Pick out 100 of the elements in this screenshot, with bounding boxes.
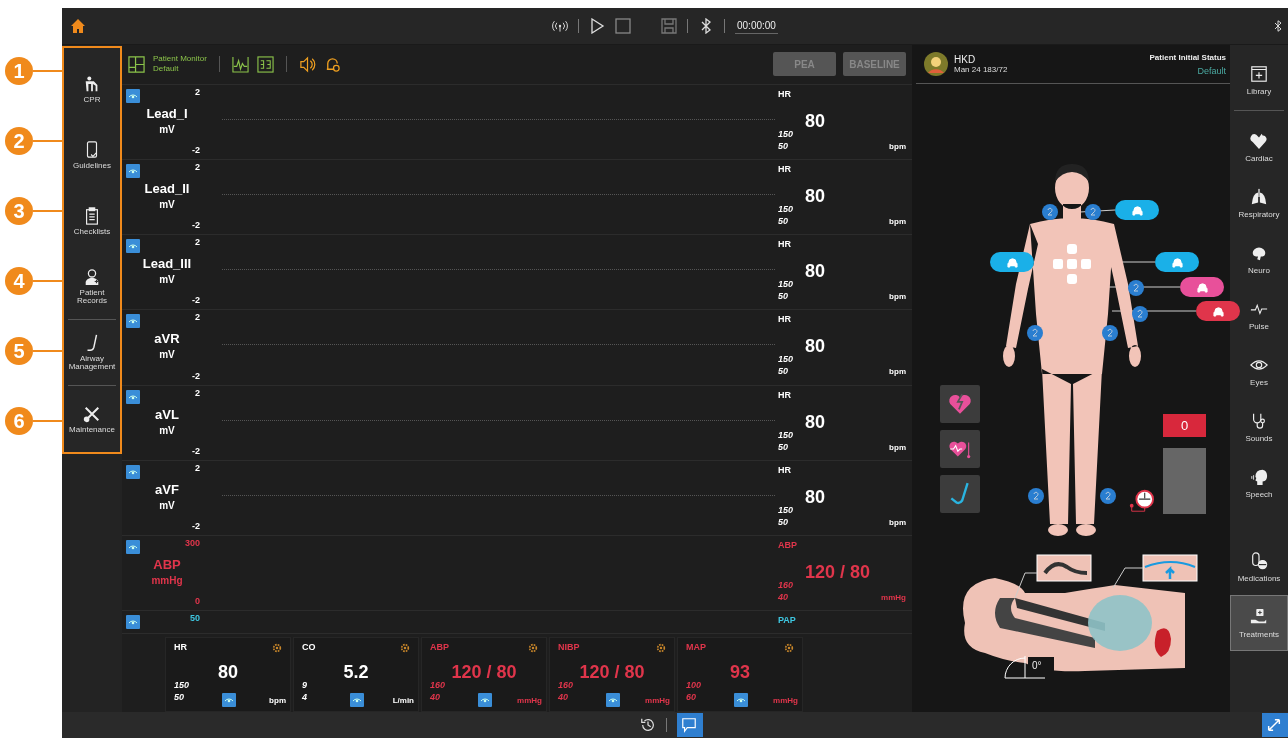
scale-max: 2 — [195, 161, 200, 172]
parameter-label: HR — [778, 88, 791, 99]
channel-name: Lead_III — [141, 256, 193, 272]
alarm-high: 150 — [778, 504, 794, 515]
channel-unit: mV — [158, 499, 176, 511]
auscultation-point-button[interactable] — [1155, 252, 1199, 272]
avatar — [924, 52, 948, 76]
gauge-value: 0 — [1163, 414, 1206, 437]
alarm-high: 150 — [778, 429, 794, 440]
pulse-point-icon[interactable] — [1027, 325, 1043, 341]
sidebar-item[interactable]: Maintenance — [64, 386, 120, 453]
ecg-monitor-button[interactable] — [940, 430, 980, 468]
layout-icon[interactable] — [128, 55, 145, 73]
callout-number: 3 — [5, 197, 33, 225]
sidebar-item[interactable]: Patient Records — [68, 254, 116, 320]
defibrillator-button[interactable] — [940, 385, 980, 423]
parameter-label: ABP — [778, 540, 797, 550]
sidebar-item[interactable]: Respiratory — [1230, 175, 1288, 231]
pulse-point-icon[interactable] — [1085, 204, 1101, 220]
channel-unit: mV — [158, 123, 176, 135]
laryngoscope-button[interactable] — [940, 475, 980, 513]
sidebar-item[interactable]: Speech — [1230, 455, 1288, 511]
sidebar-item[interactable]: Sounds — [1230, 399, 1288, 455]
callout-number: 4 — [5, 267, 33, 295]
pulse-point-icon[interactable] — [1028, 488, 1044, 504]
stethoscope-icon — [1250, 411, 1268, 430]
auscultation-point-button[interactable] — [1115, 200, 1159, 220]
pulse-point-icon[interactable] — [1132, 306, 1148, 322]
auscultation-point-button[interactable] — [1196, 301, 1240, 321]
alarm-high: 100 — [686, 680, 702, 690]
waveform-icon[interactable] — [231, 55, 249, 73]
chat-button[interactable] — [677, 713, 703, 737]
angle-label: 0° — [1030, 660, 1044, 671]
settings-icon[interactable] — [656, 643, 666, 653]
stop-icon[interactable] — [615, 18, 631, 34]
bluetooth-icon[interactable] — [1272, 18, 1284, 34]
lungs-icon — [1250, 187, 1268, 206]
speech-bubble-icon — [681, 717, 697, 733]
headphones-icon — [1212, 305, 1224, 317]
alarm-high: 150 — [174, 680, 190, 690]
eye-button[interactable] — [126, 88, 140, 103]
settings-icon[interactable] — [784, 643, 794, 653]
sidebar-item[interactable]: Treatments — [1230, 595, 1288, 651]
settings-icon[interactable] — [528, 643, 538, 653]
headphones-icon — [1131, 204, 1143, 216]
play-icon[interactable] — [589, 18, 605, 34]
expand-button[interactable] — [1262, 713, 1288, 737]
sidebar-item[interactable]: Library — [1234, 51, 1284, 111]
sidebar-item[interactable]: Guidelines — [64, 122, 120, 188]
sidebar-item[interactable]: Medications — [1230, 539, 1288, 595]
speaker-icon[interactable] — [298, 55, 316, 73]
tile-label: MAP — [686, 642, 706, 652]
pulse-point-icon[interactable] — [1100, 488, 1116, 504]
history-icon[interactable] — [640, 717, 656, 733]
eye-button[interactable] — [126, 464, 140, 479]
scale-max: 2 — [195, 237, 200, 248]
blood-pressure-cuff-icon — [1128, 488, 1154, 514]
alarm-low: 50 — [174, 692, 184, 702]
callout-number: 5 — [5, 337, 33, 365]
callout-number: 6 — [5, 407, 33, 435]
tile-value: 93 — [729, 662, 751, 683]
pills-icon — [1250, 551, 1268, 570]
eye-button[interactable] — [126, 239, 140, 254]
auscultation-point-button[interactable] — [1180, 277, 1224, 297]
eye-button[interactable] — [126, 389, 140, 404]
clipboard-icon — [83, 206, 101, 225]
home-icon[interactable] — [70, 18, 86, 34]
eye-button[interactable] — [126, 314, 140, 329]
sidebar-item[interactable]: CPR — [64, 56, 120, 122]
save-icon[interactable] — [661, 18, 677, 34]
gauge-bar — [1163, 448, 1206, 514]
pulse-point-icon[interactable] — [1102, 325, 1118, 341]
settings-icon[interactable] — [400, 643, 410, 653]
parameter-unit: bpm — [889, 442, 906, 452]
alarm-low: 40 — [558, 692, 568, 702]
channel-name: aVL — [154, 406, 180, 422]
headphones-icon — [1196, 281, 1208, 293]
eye-button[interactable] — [126, 163, 140, 178]
status-value[interactable]: Default — [1197, 65, 1226, 76]
sidebar-item[interactable]: Cardiac — [1230, 119, 1288, 175]
numeric-display-icon[interactable] — [256, 55, 274, 73]
sidebar-item[interactable]: Eyes — [1230, 343, 1288, 399]
wireless-icon[interactable] — [552, 18, 568, 34]
settings-icon[interactable] — [272, 643, 282, 653]
tile-value: 120 / 80 — [578, 662, 646, 683]
scale-max: 2 — [195, 387, 200, 398]
auscultation-point-button[interactable] — [990, 252, 1034, 272]
parameter-value: 80 — [805, 261, 826, 283]
sidebar-item[interactable]: Pulse — [1230, 287, 1288, 343]
pulse-point-icon[interactable] — [1042, 204, 1058, 220]
hair — [1055, 164, 1089, 182]
pulse-point-icon[interactable] — [1128, 280, 1144, 296]
sidebar-item[interactable]: Airway Management — [68, 320, 116, 387]
channel-unit: mV — [158, 198, 176, 210]
scale-min: 0 — [195, 596, 200, 607]
sidebar-item[interactable]: Neuro — [1230, 231, 1288, 287]
alarm-low: 40 — [778, 592, 788, 602]
sidebar-item[interactable]: Checklists — [64, 188, 120, 254]
eye-button[interactable] — [126, 615, 140, 630]
headphones-icon — [1171, 256, 1183, 268]
